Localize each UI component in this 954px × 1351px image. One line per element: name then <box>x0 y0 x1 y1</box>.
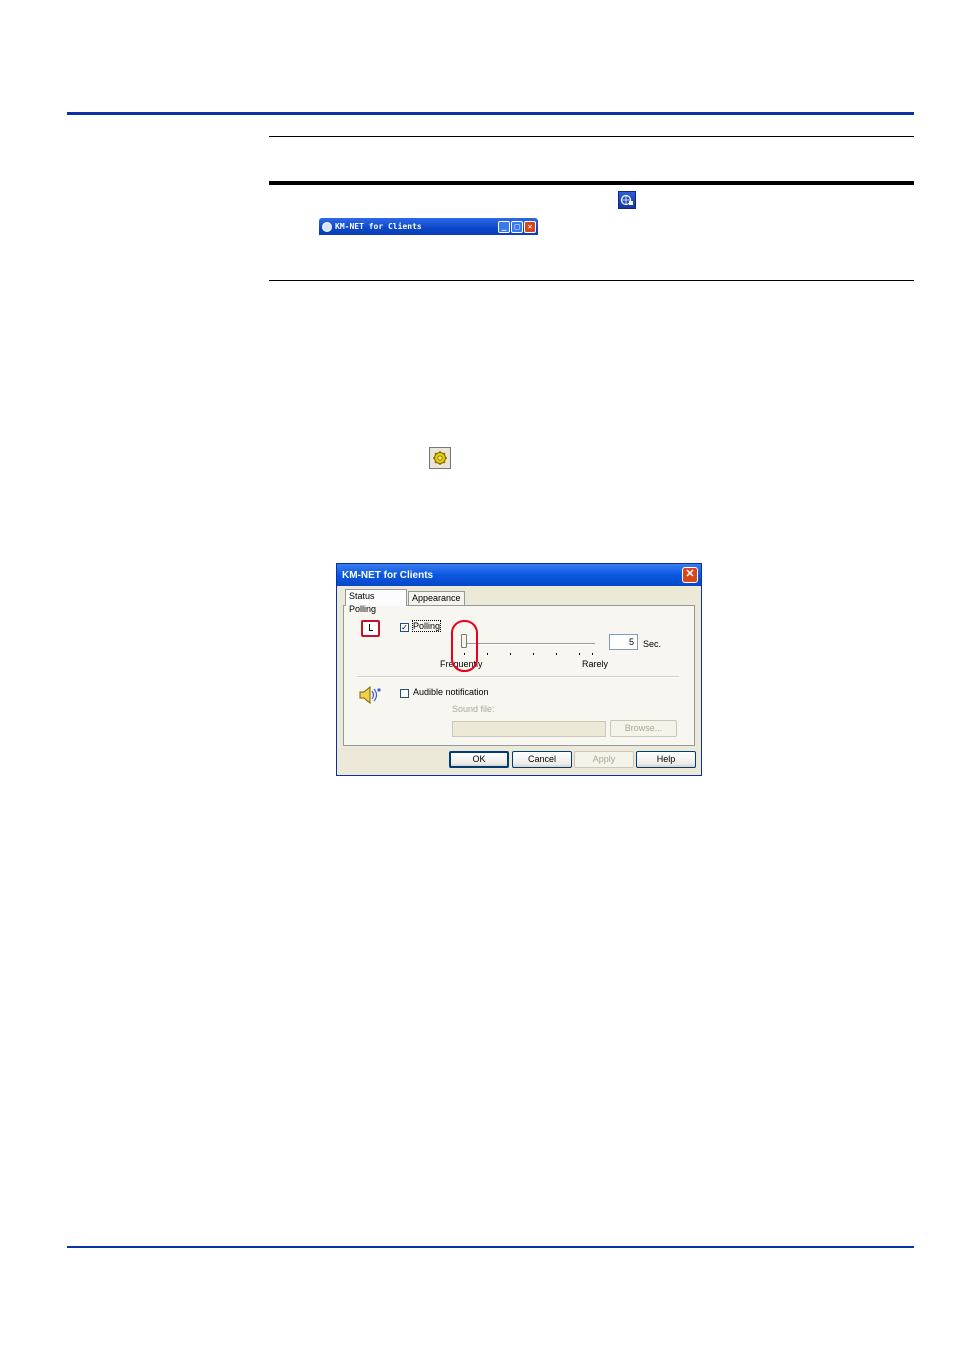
slider-tick <box>533 653 534 655</box>
cancel-button[interactable]: Cancel <box>512 751 572 768</box>
polling-interval-input[interactable]: 5 <box>609 634 638 650</box>
tab-status-polling[interactable]: Status Polling <box>345 589 407 614</box>
help-button[interactable]: Help <box>636 751 696 768</box>
browse-button[interactable]: Browse... <box>610 720 677 737</box>
audible-notification-checkbox[interactable] <box>400 689 409 698</box>
close-icon[interactable]: ✕ <box>524 220 536 233</box>
km-net-logo-icon <box>322 221 332 232</box>
km-net-settings-dialog: KM-NET for Clients ✕ Status Polling Appe… <box>336 563 702 776</box>
speaker-icon <box>359 686 381 704</box>
section-separator <box>357 676 679 678</box>
table-bottom-rule <box>269 280 914 281</box>
globe-icon <box>620 194 633 206</box>
slider-tick <box>592 653 593 655</box>
audible-notification-label: Audible notification <box>413 687 489 697</box>
slider-tick <box>556 653 557 655</box>
km-net-window-titlebar: KM-NET for Clients _ □ ✕ <box>319 218 538 235</box>
maximize-icon[interactable]: □ <box>511 220 523 233</box>
slider-tick <box>579 653 580 655</box>
slider-tick <box>510 653 511 655</box>
highlight-ring <box>451 620 478 672</box>
dialog-close-button[interactable]: ✕ <box>682 567 698 583</box>
sound-file-input[interactable] <box>452 721 606 737</box>
tab-appearance[interactable]: Appearance <box>408 591 465 606</box>
interval-unit-label: Sec. <box>643 639 662 649</box>
polling-slider-track[interactable] <box>464 643 595 645</box>
slider-max-label: Rarely <box>582 659 609 669</box>
header-rule <box>67 112 914 115</box>
apply-button[interactable]: Apply <box>574 751 634 768</box>
clock-icon <box>361 620 380 637</box>
km-net-tray-icon <box>618 191 636 209</box>
ok-button[interactable]: OK <box>449 751 509 768</box>
polling-checkbox[interactable]: ✓ <box>400 623 409 632</box>
table-top-rule <box>269 136 914 137</box>
settings-gear-icon <box>429 447 451 469</box>
slider-tick <box>487 653 488 655</box>
dialog-titlebar: KM-NET for Clients <box>337 564 701 586</box>
sound-file-label: Sound file: <box>452 704 495 714</box>
footer-rule <box>67 1246 914 1248</box>
dialog-title: KM-NET for Clients <box>342 569 434 581</box>
polling-label: Polling <box>411 620 442 632</box>
table-header-rule <box>269 181 914 185</box>
mini-window-title: KM-NET for Clients <box>335 222 422 231</box>
minimize-icon[interactable]: _ <box>498 220 510 233</box>
